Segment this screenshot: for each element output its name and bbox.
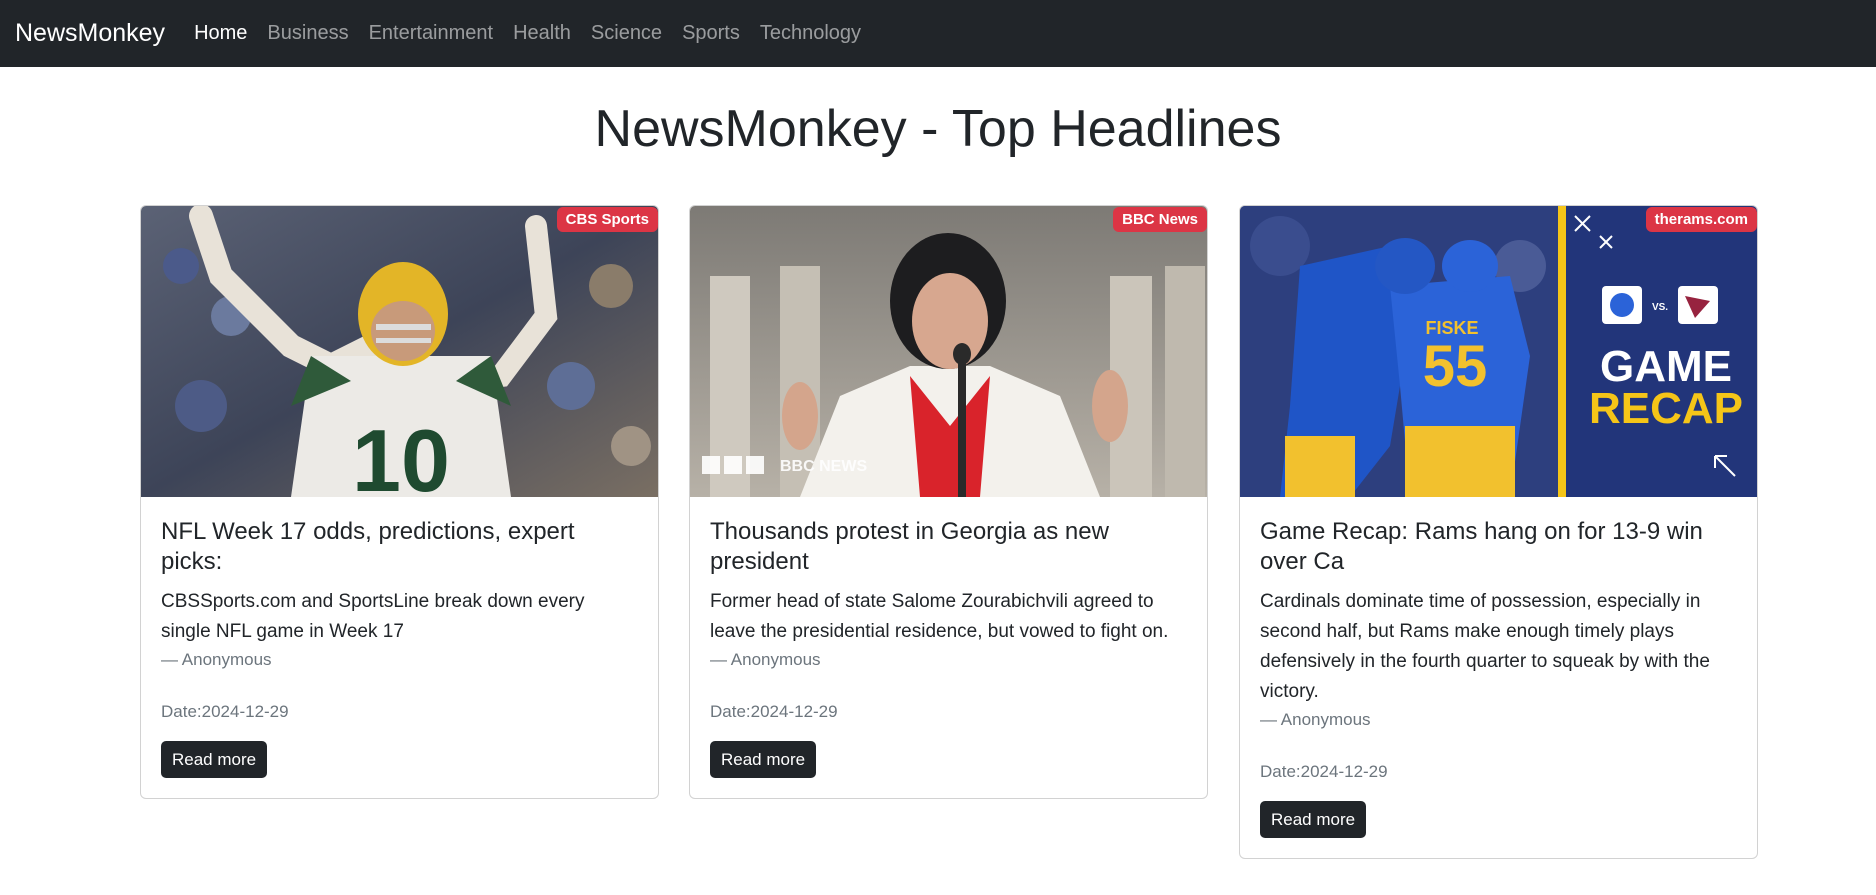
- svg-text:BBC NEWS: BBC NEWS: [780, 458, 867, 475]
- source-badge: BBC News: [1113, 207, 1207, 232]
- nav-technology[interactable]: Technology: [760, 22, 861, 45]
- read-more-button[interactable]: Read more: [161, 741, 268, 778]
- source-badge: CBS Sports: [556, 207, 658, 232]
- page-title: NewsMonkey - Top Headlines: [594, 100, 1282, 158]
- article-image: FISKE 55 VS. GAME RECAP therams.com: [1240, 206, 1757, 497]
- source-badge: therams.com: [1645, 207, 1757, 232]
- read-more-button[interactable]: Read more: [710, 741, 817, 778]
- article-description: Cardinals dominate time of possession, e…: [1260, 591, 1710, 702]
- news-card: FISKE 55 VS. GAME RECAP therams.com Game…: [1239, 205, 1758, 859]
- article-description: Former head of state Salome Zourabichvil…: [710, 591, 1169, 642]
- news-card: 10 CBS Sports NFL Week 17 odds, predicti…: [140, 205, 659, 799]
- article-author: — Anonymous: [161, 650, 272, 669]
- article-title: Game Recap: Rams hang on for 13-9 win ov…: [1260, 518, 1703, 575]
- article-date: Date:2024-12-29: [710, 702, 838, 721]
- article-date: Date:2024-12-29: [161, 702, 289, 721]
- svg-text:10: 10: [352, 411, 450, 497]
- navbar: NewsMonkey Home Business Entertainment H…: [0, 0, 1876, 67]
- nav-entertainment[interactable]: Entertainment: [369, 22, 494, 45]
- nav-business[interactable]: Business: [267, 22, 348, 45]
- nav-science[interactable]: Science: [591, 22, 662, 45]
- article-title: NFL Week 17 odds, predictions, expert pi…: [161, 518, 575, 575]
- article-author: — Anonymous: [1260, 710, 1371, 729]
- article-date: Date:2024-12-29: [1260, 762, 1388, 781]
- article-image: BBC NEWS BBC News: [690, 206, 1207, 497]
- svg-text:RECAP: RECAP: [1589, 384, 1743, 433]
- read-more-button[interactable]: Read more: [1260, 801, 1367, 838]
- news-card: BBC NEWS BBC News Thousands protest in G…: [689, 205, 1208, 799]
- nav-home[interactable]: Home: [194, 22, 247, 45]
- article-description: CBSSports.com and SportsLine break down …: [161, 591, 585, 642]
- nav-health[interactable]: Health: [513, 22, 571, 45]
- article-author: — Anonymous: [710, 650, 821, 669]
- article-title: Thousands protest in Georgia as new pres…: [710, 518, 1109, 575]
- brand-logo[interactable]: NewsMonkey: [15, 19, 165, 48]
- nav-sports[interactable]: Sports: [682, 22, 740, 45]
- svg-text:55: 55: [1423, 334, 1488, 399]
- article-image: 10 CBS Sports: [141, 206, 658, 497]
- svg-text:VS.: VS.: [1652, 302, 1668, 313]
